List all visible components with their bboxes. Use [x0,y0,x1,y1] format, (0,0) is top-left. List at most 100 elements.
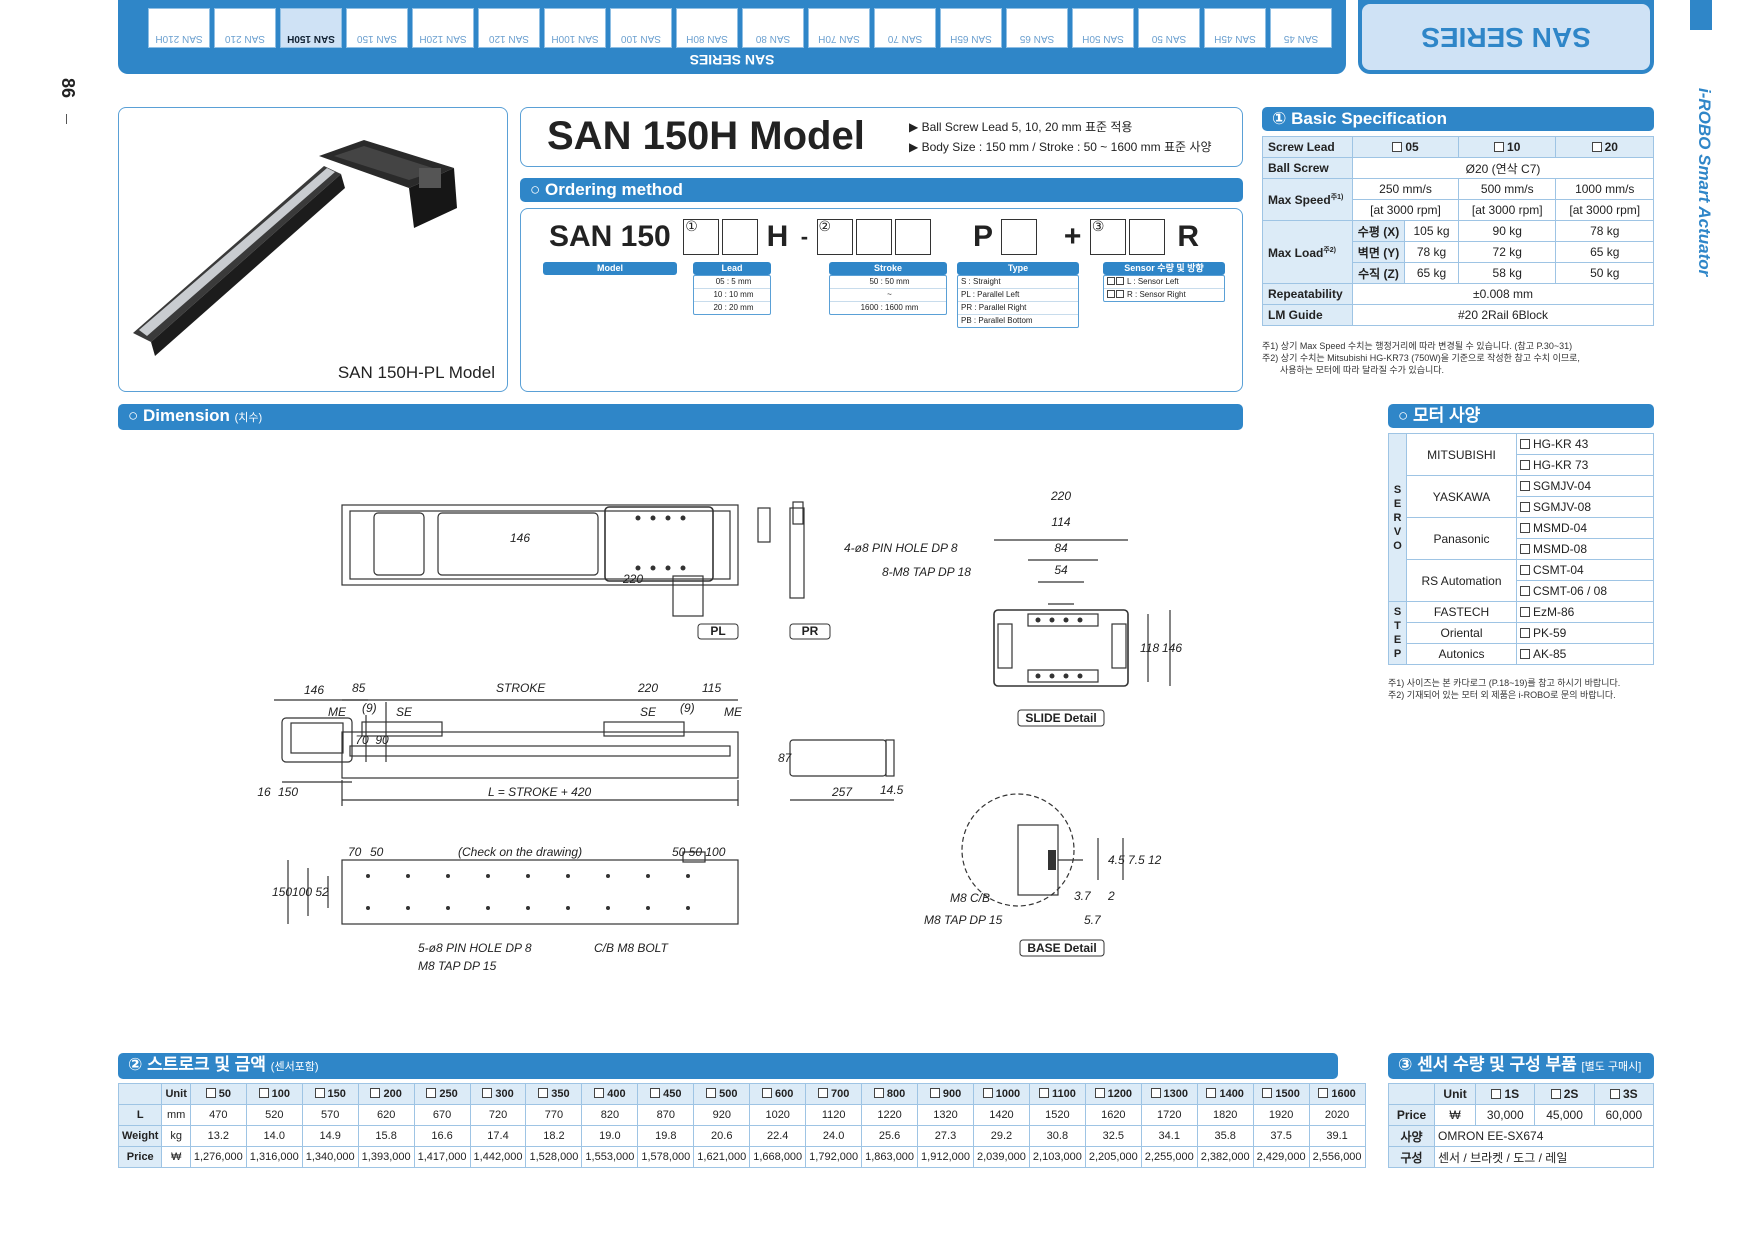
checkbox[interactable] [982,1088,993,1098]
checkbox[interactable] [1116,277,1124,285]
checkbox[interactable] [1520,544,1530,554]
checkbox[interactable] [482,1088,493,1098]
checkbox[interactable] [1094,1088,1105,1098]
series-tab[interactable]: SAN 210 [214,8,276,48]
checkbox[interactable] [1520,502,1530,512]
series-tab[interactable]: SAN 45 [1270,8,1332,48]
stroke-option[interactable]: 1600 [1308,1083,1366,1105]
checkbox[interactable] [650,1088,661,1098]
series-tabs: SAN 45 SAN 45H SAN 50 SAN 50H SAN 65 SAN 65H S… [148,8,1332,48]
checkbox[interactable] [762,1088,773,1098]
stroke-option[interactable]: 450 [637,1083,695,1105]
checkbox[interactable] [1520,649,1530,659]
series-tab[interactable]: SAN 120 [478,8,540,48]
stroke-option[interactable]: 150 [301,1083,359,1105]
checkbox[interactable] [1520,439,1530,449]
motor-model[interactable]: EzM-86 [1516,601,1654,623]
checkbox[interactable] [1520,586,1530,596]
stroke-box-1[interactable]: ② [816,218,853,255]
motor-model[interactable]: SGMJV-04 [1516,475,1654,497]
checkbox[interactable] [1116,290,1124,298]
stroke-box-3[interactable] [894,219,931,255]
motor-model[interactable]: CSMT-04 [1516,559,1654,581]
stroke-option[interactable]: 700 [805,1083,863,1105]
checkbox[interactable] [1107,277,1115,285]
checkbox[interactable] [1206,1088,1217,1098]
series-tab[interactable]: SAN 50 [1138,8,1200,48]
stroke-option[interactable]: 250 [413,1083,471,1105]
stroke-option[interactable]: 800 [861,1083,919,1105]
series-tab[interactable]: SAN 150H [280,8,342,48]
stroke-box-2[interactable] [855,219,892,255]
checkbox[interactable] [538,1088,549,1098]
motor-brand: RS Automation [1406,559,1517,602]
stroke-option[interactable]: 300 [469,1083,527,1105]
stroke-option[interactable]: 1000 [972,1083,1030,1105]
stroke-option[interactable]: 1300 [1140,1083,1198,1105]
series-tab[interactable]: SAN 100 [610,8,672,48]
lead-box-1[interactable]: ① [683,218,720,255]
series-tab[interactable]: SAN 70H [808,8,870,48]
checkbox[interactable] [1520,565,1530,575]
checkbox[interactable] [1038,1088,1049,1098]
series-tab[interactable]: SAN 45H [1204,8,1266,48]
checkbox[interactable] [1520,481,1530,491]
series-tab[interactable]: SAN 210H [148,8,210,48]
checkbox[interactable] [258,1088,269,1098]
series-tab[interactable]: SAN 65 [1006,8,1068,48]
motor-model[interactable]: MSMD-04 [1516,517,1654,539]
series-tab[interactable]: SAN 80 [742,8,804,48]
stroke-option[interactable]: 50 [189,1083,247,1105]
checkbox[interactable] [929,1088,940,1098]
sensor-box-1[interactable]: ③ [1089,218,1126,255]
checkbox[interactable] [1107,290,1115,298]
checkbox[interactable] [594,1088,605,1098]
stroke-option[interactable]: 400 [581,1083,639,1105]
code-dash: - [800,224,809,249]
stroke-option[interactable]: 1200 [1084,1083,1142,1105]
series-tab[interactable]: SAN 50H [1072,8,1134,48]
checkbox[interactable] [1262,1088,1273,1098]
motor-model[interactable]: CSMT-06 / 08 [1516,580,1654,602]
stroke-option[interactable]: 900 [917,1083,974,1105]
series-tab[interactable]: SAN 65H [940,8,1002,48]
checkbox[interactable] [706,1088,717,1098]
stroke-option[interactable]: 200 [357,1083,415,1105]
motor-model[interactable]: MSMD-08 [1516,538,1654,560]
series-tab[interactable]: SAN 150 [346,8,408,48]
stroke-option[interactable]: 500 [693,1083,751,1105]
stroke-option[interactable]: 1400 [1196,1083,1254,1105]
checkbox[interactable] [1150,1088,1161,1098]
checkbox[interactable] [426,1088,437,1098]
checkbox[interactable] [370,1088,381,1098]
series-tab[interactable]: SAN 80H [676,8,738,48]
motor-model[interactable]: SGMJV-08 [1516,496,1654,518]
checkbox[interactable] [314,1088,325,1098]
sensor-box-2[interactable] [1128,219,1165,255]
checkbox[interactable] [1520,523,1530,533]
checkbox[interactable] [817,1088,828,1098]
stroke-option[interactable]: 1100 [1028,1083,1086,1105]
motor-model[interactable]: AK-85 [1516,643,1654,665]
price-cell: 15.8 [357,1125,415,1147]
actuator-image [133,140,457,356]
stroke-option[interactable]: 600 [749,1083,807,1105]
lead-box-2[interactable] [722,219,759,255]
type-box[interactable] [1001,219,1038,255]
checkbox[interactable] [1520,460,1530,470]
motor-model[interactable]: PK-59 [1516,622,1654,644]
stroke-option[interactable]: 350 [525,1083,583,1105]
checkbox[interactable] [1318,1088,1329,1098]
motor-model[interactable]: HG-KR 73 [1516,454,1654,476]
series-tab[interactable]: SAN 70 [874,8,936,48]
checkbox[interactable] [873,1088,884,1098]
checkbox[interactable] [205,1088,216,1098]
motor-model[interactable]: HG-KR 43 [1516,433,1654,455]
checkbox[interactable] [1520,628,1530,638]
stroke-option[interactable]: 100 [245,1083,303,1105]
checkbox[interactable] [1520,607,1530,617]
series-tab[interactable]: SAN 120H [412,8,474,48]
repeatability-value: ±0.008 mm [1352,283,1654,305]
series-tab[interactable]: SAN 100H [544,8,606,48]
stroke-option[interactable]: 1500 [1252,1083,1310,1105]
